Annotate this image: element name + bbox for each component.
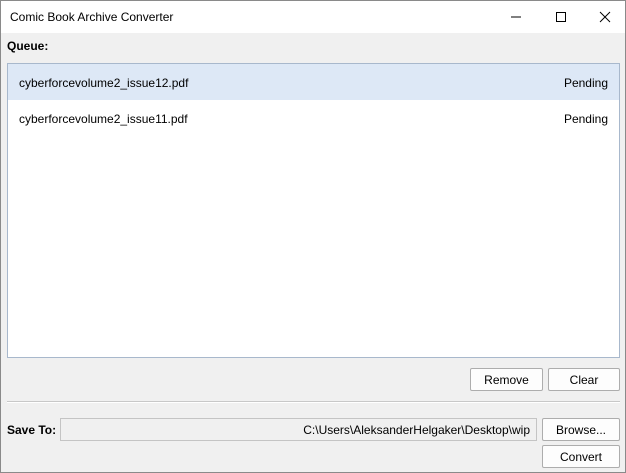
queue-list[interactable]: cyberforcevolume2_issue12.pdf Pending cy… (7, 63, 620, 358)
separator (7, 401, 620, 403)
close-icon (599, 11, 611, 23)
queue-item-name: cyberforcevolume2_issue12.pdf (19, 76, 189, 90)
maximize-icon (556, 12, 566, 22)
queue-label: Queue: (7, 39, 49, 53)
minimize-icon (511, 16, 521, 18)
browse-button[interactable]: Browse... (542, 418, 620, 441)
queue-item-status: Pending (563, 112, 608, 126)
clear-button[interactable]: Clear (548, 368, 620, 391)
queue-item-name: cyberforcevolume2_issue11.pdf (19, 112, 188, 126)
save-to-label: Save To: (7, 423, 57, 437)
remove-button[interactable]: Remove (470, 368, 543, 391)
title-bar[interactable]: Comic Book Archive Converter (1, 1, 625, 33)
queue-item[interactable]: cyberforcevolume2_issue11.pdf Pending (8, 100, 619, 136)
maximize-button[interactable] (538, 1, 584, 33)
queue-item[interactable]: cyberforcevolume2_issue12.pdf Pending (8, 64, 619, 100)
app-window: Comic Book Archive Converter Queue: cybe… (0, 0, 626, 473)
window-title: Comic Book Archive Converter (10, 10, 174, 24)
minimize-button[interactable] (493, 1, 539, 33)
close-button[interactable] (582, 1, 626, 33)
save-path-field[interactable] (60, 418, 537, 441)
queue-item-status: Pending (563, 76, 608, 90)
convert-button[interactable]: Convert (542, 445, 620, 468)
